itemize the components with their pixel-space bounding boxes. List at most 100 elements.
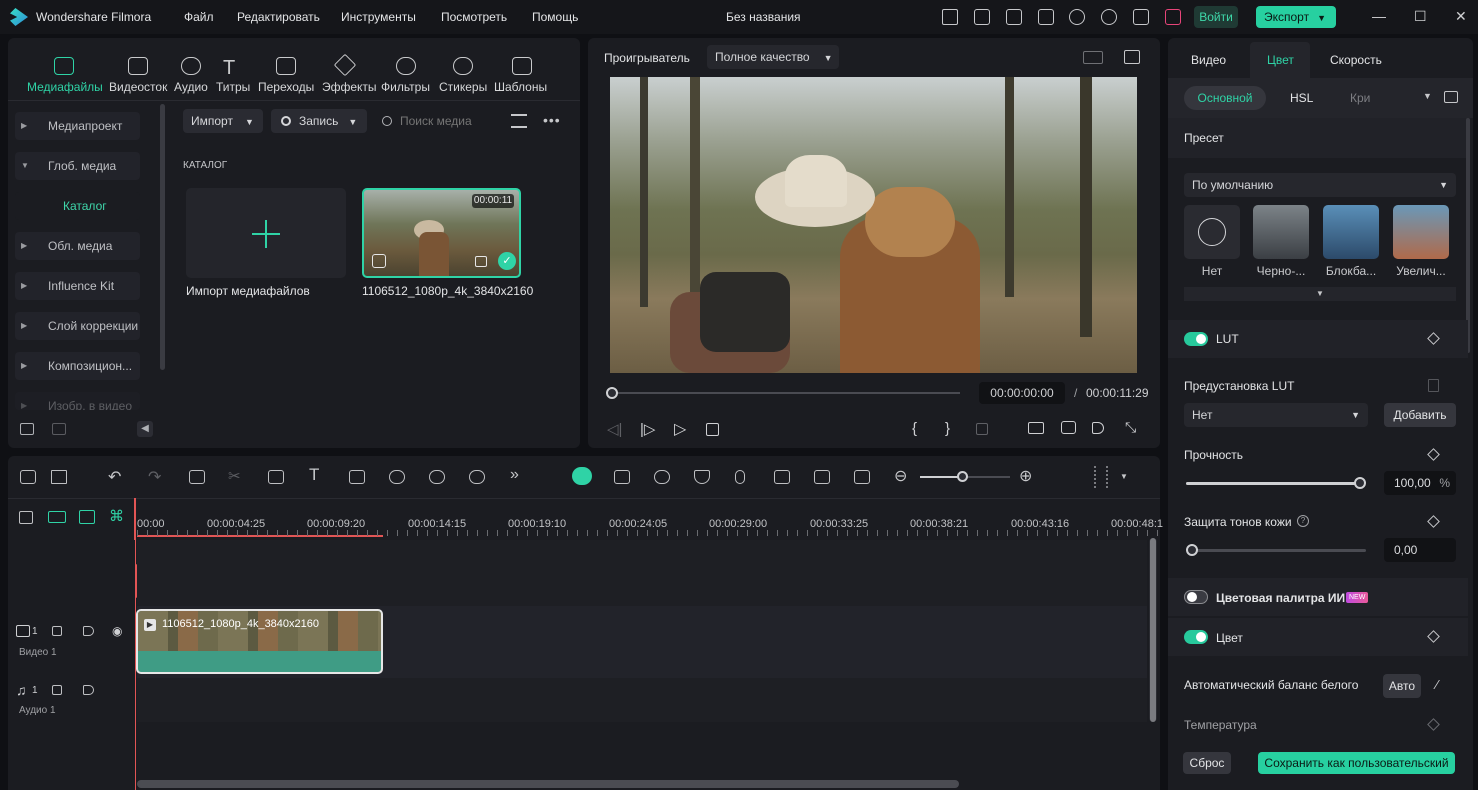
split-view-icon[interactable] xyxy=(1444,91,1458,103)
transitions-icon[interactable] xyxy=(276,57,296,75)
lock-icon[interactable] xyxy=(52,626,62,636)
fit-timeline-icon[interactable] xyxy=(854,470,870,484)
layout-icon[interactable] xyxy=(1006,9,1022,25)
volume-icon[interactable] xyxy=(1092,422,1104,434)
expand-presets-icon[interactable]: ▼ xyxy=(1184,287,1456,301)
lut-toggle[interactable] xyxy=(1184,332,1208,346)
remove-folder-icon[interactable] xyxy=(52,423,66,435)
filters-icon[interactable] xyxy=(396,57,416,75)
select-arrow-icon[interactable] xyxy=(51,470,67,484)
tab-color[interactable]: Цвет xyxy=(1267,53,1294,67)
timeline-video-clip[interactable]: ▶ 1106512_1080p_4k_3840x2160 xyxy=(136,609,383,674)
add-track-icon[interactable] xyxy=(19,511,33,524)
tab-templates[interactable]: Шаблоны xyxy=(494,80,547,94)
ai-tool-icon[interactable] xyxy=(389,470,405,484)
strength-slider-knob[interactable] xyxy=(1354,477,1366,489)
close-icon[interactable]: ✕ xyxy=(1455,8,1467,25)
scissors-icon[interactable]: ✂ xyxy=(228,467,241,485)
mark-out-icon[interactable]: } xyxy=(945,420,950,437)
new-folder-icon[interactable] xyxy=(20,423,34,435)
display-icon[interactable] xyxy=(1028,422,1044,434)
auto-reframe-icon[interactable] xyxy=(614,470,630,484)
subtab-hsl[interactable]: HSL xyxy=(1290,91,1313,105)
fullscreen-icon[interactable]: ⤡ xyxy=(1125,419,1136,436)
eyedropper-icon[interactable]: ⁄ xyxy=(1436,677,1438,692)
color-toggle[interactable] xyxy=(1184,630,1208,644)
sidebar-scrollbar[interactable] xyxy=(160,104,165,370)
more-icon[interactable]: ••• xyxy=(543,112,561,128)
stock-video-icon[interactable] xyxy=(128,57,148,75)
playback-progress-track[interactable] xyxy=(612,392,960,394)
strength-value-field[interactable]: 100,00% xyxy=(1384,471,1456,495)
replace-icon[interactable] xyxy=(814,470,830,484)
snap-icon[interactable]: ⌘ xyxy=(109,507,124,525)
quality-dropdown[interactable]: Полное качество ▼ xyxy=(707,45,839,69)
image-icon[interactable] xyxy=(1124,50,1140,64)
save-icon[interactable] xyxy=(1038,9,1054,25)
tab-stickers[interactable]: Стикеры xyxy=(439,80,487,94)
export-button[interactable]: Экспорт ▼ xyxy=(1256,6,1336,28)
mark-in-icon[interactable]: { xyxy=(912,420,917,437)
speed-icon[interactable] xyxy=(429,470,445,484)
lut-dropdown[interactable]: Нет ▼ xyxy=(1184,403,1368,427)
tab-audio[interactable]: Аудио xyxy=(174,80,208,94)
menu-edit[interactable]: Редактировать xyxy=(237,10,320,24)
reset-button[interactable]: Сброс xyxy=(1183,752,1231,774)
timeline-hscroll[interactable] xyxy=(137,780,959,788)
delete-icon[interactable] xyxy=(189,470,205,484)
preset-dropdown[interactable]: По умолчанию ▼ xyxy=(1184,173,1456,197)
menu-view[interactable]: Посмотреть xyxy=(441,10,507,24)
menu-tools[interactable]: Инструменты xyxy=(341,10,416,24)
compare-icon[interactable] xyxy=(1083,51,1103,64)
tab-filters[interactable]: Фильтры xyxy=(381,80,430,94)
mute-icon[interactable] xyxy=(83,626,94,636)
filter-icon[interactable] xyxy=(511,114,527,128)
menu-file[interactable]: Файл xyxy=(184,10,214,24)
collapse-sidebar-button[interactable]: ◀ xyxy=(137,421,153,437)
timeline-vscroll-thumb[interactable] xyxy=(1150,538,1156,722)
skin-protect-value[interactable]: 0,00 xyxy=(1384,538,1456,562)
login-button[interactable]: Войти xyxy=(1194,6,1238,28)
zoom-out-icon[interactable]: ⊖ xyxy=(894,466,907,486)
link-icon[interactable] xyxy=(48,511,66,523)
sidebar-item-catalog[interactable]: Каталог xyxy=(15,192,140,220)
chevron-down-icon[interactable]: ▼ xyxy=(1423,91,1432,101)
tab-video[interactable]: Видео xyxy=(1191,53,1226,67)
help-icon[interactable]: ? xyxy=(1297,515,1309,527)
sidebar-item-project-media[interactable]: ▶ Медиапроект xyxy=(15,112,140,140)
color-match-icon[interactable] xyxy=(469,470,485,484)
zoom-in-icon[interactable]: ⊕ xyxy=(1019,466,1032,486)
clipboard-icon[interactable] xyxy=(974,9,990,25)
next-frame-icon[interactable]: |▷ xyxy=(640,420,655,438)
strength-slider[interactable] xyxy=(1186,482,1360,485)
send-icon[interactable] xyxy=(942,9,958,25)
mute-icon[interactable] xyxy=(83,685,94,695)
playhead-knob[interactable] xyxy=(606,387,618,399)
magnet-icon[interactable] xyxy=(79,510,95,524)
shape-icon[interactable] xyxy=(349,470,365,484)
preset-blockbuster[interactable] xyxy=(1323,205,1379,259)
text-tool-icon[interactable]: T xyxy=(309,465,319,485)
skin-protect-slider[interactable] xyxy=(1186,549,1366,552)
crop-icon[interactable] xyxy=(268,470,284,484)
import-media-tile[interactable] xyxy=(186,188,346,278)
more-tools-icon[interactable]: » xyxy=(510,466,519,484)
stop-icon[interactable] xyxy=(706,423,719,436)
record-dropdown[interactable]: Запись ▼ xyxy=(271,109,367,133)
panel-scrollbar[interactable] xyxy=(1466,118,1470,353)
import-dropdown[interactable]: Импорт ▼ xyxy=(183,109,263,133)
tab-titles[interactable]: Титры xyxy=(216,80,250,94)
grip-icon[interactable] xyxy=(1094,466,1108,488)
subtab-curves[interactable]: Кри xyxy=(1350,91,1370,105)
undo-icon[interactable]: ↶ xyxy=(108,467,121,487)
save-custom-button[interactable]: Сохранить как пользовательский xyxy=(1258,752,1455,774)
tab-transitions[interactable]: Переходы xyxy=(258,80,314,94)
grid-icon[interactable] xyxy=(1133,9,1149,25)
minimize-icon[interactable]: — xyxy=(1372,8,1386,24)
auto-wb-button[interactable]: Авто xyxy=(1383,674,1421,698)
snapshot-icon[interactable] xyxy=(1061,421,1076,434)
media-files-icon[interactable] xyxy=(54,57,74,75)
render-preview-icon[interactable] xyxy=(654,470,670,484)
tab-effects[interactable]: Эффекты xyxy=(322,80,377,94)
play-icon[interactable]: ▷ xyxy=(674,419,686,439)
